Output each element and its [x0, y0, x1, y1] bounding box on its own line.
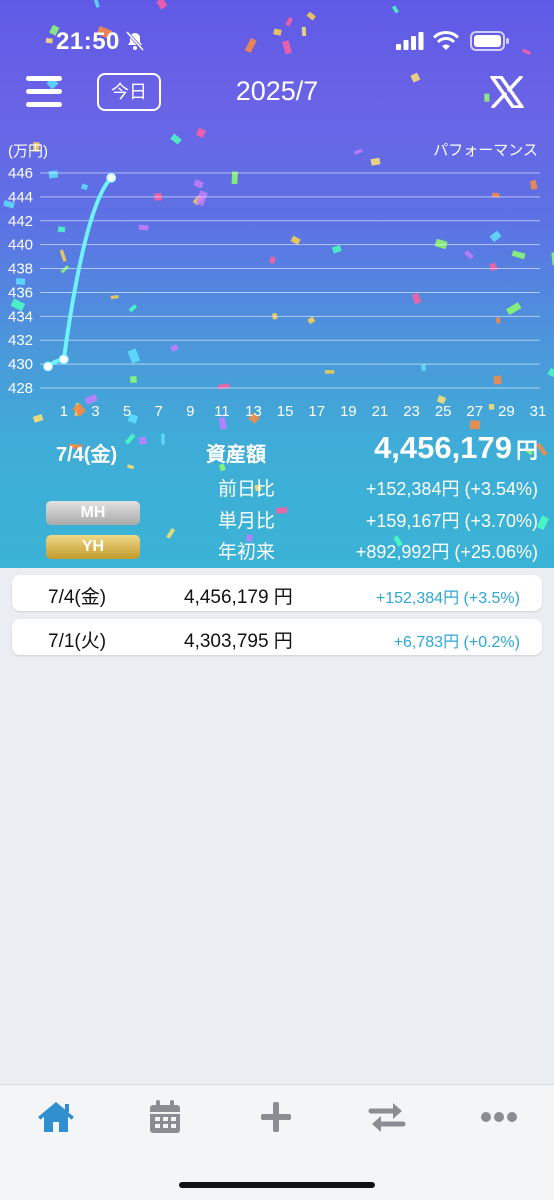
confetti-piece [124, 433, 136, 445]
history-change: +152,384円 (+3.5%) [375, 590, 520, 607]
x-tick-label: 13 [245, 403, 262, 420]
day-over-day-value: +152,384円 (+3.54%) [365, 479, 538, 499]
battery-icon [470, 31, 510, 56]
x-tick-label: 3 [91, 403, 99, 420]
confetti-piece [127, 464, 135, 470]
history-date: 7/4(金) [48, 587, 107, 608]
x-tick-label: 21 [372, 403, 389, 420]
yearly-high-badge[interactable]: YH [46, 535, 140, 559]
wifi-icon [432, 30, 460, 57]
cellular-signal-icon [396, 32, 424, 55]
history-change: +6,783円 (+0.2%) [393, 634, 520, 651]
x-tick-label: 9 [186, 403, 194, 420]
history-value: 4,456,179 円 [184, 587, 293, 608]
confetti-piece [484, 93, 490, 102]
hamburger-menu-icon[interactable] [26, 76, 66, 110]
plus-icon [261, 1102, 291, 1132]
x-tick-label: 23 [403, 403, 420, 420]
ytd-change-value: +892,992円 (+25.06%) [355, 542, 538, 562]
x-tick-label: 27 [466, 403, 483, 420]
x-tick-label: 25 [435, 403, 452, 420]
confetti-piece [276, 507, 288, 514]
tab-home[interactable] [36, 1099, 76, 1139]
calendar-icon [150, 1100, 180, 1133]
day-over-day-label: 前日比 [218, 479, 276, 500]
home-indicator [179, 1182, 375, 1188]
tab-calendar[interactable] [148, 1099, 188, 1139]
asset-line-chart: 446444442440438436434432430428 1 3 5 7 9 11 13… [8, 165, 547, 420]
x-tick-label: 31 [530, 403, 547, 420]
confetti-piece [195, 127, 206, 138]
more-icon [481, 1112, 517, 1122]
x-tick-label: 11 [214, 403, 230, 420]
data-point [43, 361, 53, 372]
history-date: 7/1(火) [48, 631, 107, 652]
monthly-high-badge[interactable]: MH [46, 501, 140, 525]
y-tick-label: 442 [8, 213, 33, 230]
confetti-piece [138, 436, 147, 446]
tab-add[interactable] [258, 1099, 298, 1139]
month-title: 2025/7 [235, 76, 319, 106]
x-tick-label: 17 [308, 403, 325, 420]
bell-muted-icon [124, 30, 146, 57]
performance-toggle[interactable]: パフォーマンス [433, 139, 538, 160]
transfer-icon [368, 1103, 406, 1132]
x-tick-label: 15 [277, 403, 294, 420]
x-tick-label: 1 [60, 403, 68, 420]
x-tick-label: 29 [498, 403, 515, 420]
month-change-value: +159,167円 (+3.70%) [365, 511, 538, 531]
month-change-label: 単月比 [218, 511, 276, 532]
status-bar: 21:50 [0, 0, 554, 82]
summary-date: 7/4(金) [56, 444, 118, 466]
y-tick-label: 434 [8, 308, 33, 325]
x-tick-label: 19 [340, 403, 357, 420]
history-row[interactable]: 7/1(火) 4,303,795 円 +6,783円 (+0.2%) [12, 619, 542, 655]
confetti-piece [166, 527, 176, 539]
confetti-piece [161, 433, 165, 445]
chart-unit-label: (万円) [8, 143, 48, 160]
today-button[interactable]: 今日 [97, 73, 161, 111]
ytd-change-label: 年初来 [218, 542, 276, 563]
history-row[interactable]: 7/4(金) 4,456,179 円 +152,384円 (+3.5%) [12, 575, 542, 611]
y-tick-label: 440 [8, 237, 33, 254]
data-point [58, 354, 69, 365]
confetti-piece [170, 133, 182, 145]
y-tick-label: 430 [8, 356, 33, 373]
y-tick-label: 432 [8, 332, 33, 349]
total-assets-number: 4,456,179 [374, 430, 512, 465]
x-tick-label: 7 [154, 403, 162, 420]
total-assets-value: 4,456,179 円 [374, 430, 538, 466]
total-assets-label: 資産額 [206, 444, 266, 466]
tab-more[interactable] [480, 1099, 520, 1139]
tab-transfer[interactable] [368, 1099, 408, 1139]
history-value: 4,303,795 円 [184, 631, 293, 652]
status-time: 21:50 [56, 28, 120, 55]
x-share-icon[interactable] [490, 75, 526, 110]
y-tick-label: 446 [8, 165, 33, 182]
header-panel: 21:50 今日 2025/7 (万円) パフォーマンス 446 444 442 44… [0, 0, 554, 568]
x-tick-label: 5 [123, 403, 131, 420]
confetti-piece [536, 515, 549, 531]
data-point [106, 172, 117, 183]
y-tick-label: 444 [8, 189, 33, 206]
y-tick-label: 438 [8, 261, 33, 278]
confetti-piece [353, 148, 363, 155]
y-tick-label: 436 [8, 284, 33, 301]
series-line [46, 175, 114, 369]
total-assets-unit: 円 [515, 438, 538, 463]
y-tick-label: 428 [8, 380, 33, 397]
home-icon [38, 1102, 74, 1132]
